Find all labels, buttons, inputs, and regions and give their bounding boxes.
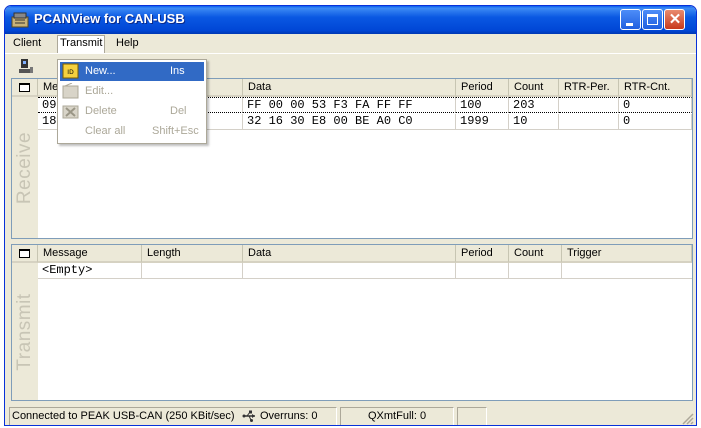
cell-count: 203 [509,97,559,113]
usb-connection-icon [242,410,255,422]
status-spacer [490,407,690,425]
transmit-panel: Message Length Data Period Count Trigger… [11,244,693,401]
cell-rtr-cnt: 0 [619,114,692,130]
menu-item-label: Clear all [85,125,126,137]
status-connection-text: Connected to PEAK USB-CAN (250 KBit/sec) [12,410,235,422]
new-message-icon: ID [62,63,79,79]
cell-rtr-per [559,114,619,130]
cell-period: 1999 [456,114,509,130]
menu-item-shortcut: Ins [170,65,185,77]
svg-text:ID: ID [67,69,74,76]
column-header-message[interactable]: Message [38,245,142,263]
transmit-side-label: Transmit [12,263,38,400]
cell-data: FF 00 00 53 F3 FA FF FF [243,97,456,113]
cell-period: 100 [456,97,509,113]
menu-item-edit[interactable]: Edit... [60,82,204,101]
cell-rtr-per [559,97,619,113]
cell-length [142,263,243,279]
menu-item-label: New... [85,65,116,77]
column-header-count[interactable]: Count [509,245,562,263]
pcan-app-icon [11,12,29,28]
transmit-header: Message Length Data Period Count Trigger [12,245,692,263]
column-header-trigger[interactable]: Trigger [562,245,692,263]
cell-data [243,263,456,279]
maximize-icon [647,14,658,25]
status-connection: Connected to PEAK USB-CAN (250 KBit/sec)… [9,407,337,425]
menu-bar: Client Transmit Help [5,34,696,53]
close-icon: ✕ [668,11,682,28]
receive-corner[interactable] [12,79,38,97]
menu-item-shortcut: Shift+Esc [152,125,199,137]
column-header-period[interactable]: Period [456,79,509,97]
cell-message: <Empty> [38,263,142,279]
window-icon [19,249,30,258]
cell-period [456,263,509,279]
close-button[interactable]: ✕ [664,9,685,30]
cell-count [509,263,562,279]
cell-data: 32 16 30 E8 00 BE A0 C0 [243,114,456,130]
edit-message-icon [62,83,79,99]
menu-item-shortcut: Del [170,105,187,117]
menu-item-delete[interactable]: Delete Del [60,102,204,121]
menu-item-new[interactable]: ID New... Ins [60,62,204,81]
minimize-icon [626,23,633,26]
column-header-data[interactable]: Data [243,79,456,97]
resize-grip-icon[interactable] [682,413,694,425]
status-qxmtfull: QXmtFull: 0 [340,407,454,425]
column-header-period[interactable]: Period [456,245,509,263]
menu-transmit[interactable]: Transmit [57,35,106,53]
maximize-button[interactable] [642,9,663,30]
menu-client[interactable]: Client [11,37,43,49]
title-bar[interactable]: PCANView for CAN-USB ✕ [5,6,696,34]
window-icon [19,83,30,92]
transmit-menu-dropdown: ID New... Ins Edit... Delete Del Clear a… [57,59,207,144]
status-empty-pane [457,407,487,425]
delete-message-icon [62,105,79,119]
menu-item-clear-all[interactable]: Clear all Shift+Esc [60,122,204,141]
column-header-rtr-per[interactable]: RTR-Per. [559,79,619,97]
menu-help[interactable]: Help [114,37,141,49]
menu-item-label: Edit... [85,85,114,97]
transmit-corner[interactable] [12,245,38,263]
column-header-length[interactable]: Length [142,245,243,263]
cell-count: 10 [509,114,559,130]
column-header-data[interactable]: Data [243,245,456,263]
connect-client-icon[interactable] [17,58,35,74]
window-title: PCANView for CAN-USB [34,11,185,26]
status-bar: Connected to PEAK USB-CAN (250 KBit/sec)… [5,404,696,425]
minimize-button[interactable] [620,9,641,30]
column-header-count[interactable]: Count [509,79,559,97]
receive-side-label: Receive [12,97,38,238]
menu-item-label: Delete [85,105,117,117]
column-header-rtr-cnt[interactable]: RTR-Cnt. [619,79,692,97]
cell-rtr-cnt: 0 [619,97,692,113]
cell-trigger [562,263,692,279]
status-overruns: Overruns: 0 [260,410,318,422]
